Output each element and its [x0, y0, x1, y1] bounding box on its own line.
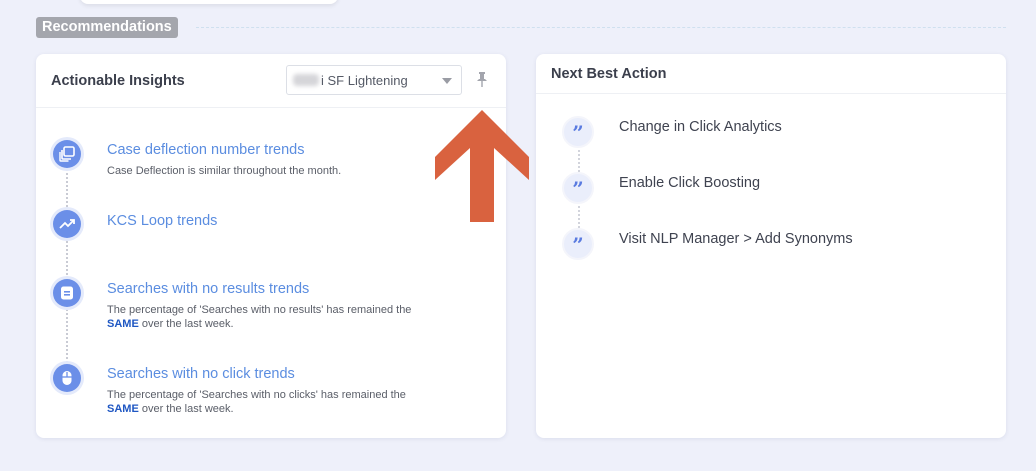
action-label: Visit NLP Manager > Add Synonyms [619, 231, 853, 247]
trend-icon [53, 210, 81, 238]
next-best-action-card: Next Best Action ” Change in Click Analy… [536, 54, 1006, 438]
section-divider [196, 27, 1006, 28]
quote-icon: ” [562, 228, 594, 260]
annotation-arrow [435, 110, 529, 222]
card-divider [36, 107, 506, 108]
action-label: Change in Click Analytics [619, 119, 782, 135]
card-title: Next Best Action [551, 66, 667, 82]
quote-icon: ” [562, 172, 594, 204]
action-item[interactable]: ” Visit NLP Manager > Add Synonyms [536, 228, 1006, 268]
mouse-icon [53, 364, 81, 392]
action-item[interactable]: ” Change in Click Analytics [536, 116, 1006, 156]
top-panel-edge [80, 0, 338, 4]
insight-title-link[interactable]: KCS Loop trends [107, 213, 217, 229]
insight-title-link[interactable]: Searches with no click trends [107, 366, 295, 382]
timeline-connector [66, 154, 68, 374]
action-label: Enable Click Boosting [619, 175, 761, 191]
action-item[interactable]: ” Enable Click Boosting [536, 172, 1006, 212]
section-title: Recommendations [36, 17, 178, 38]
insight-title-link[interactable]: Searches with no results trends [107, 281, 309, 297]
chevron-down-icon [442, 78, 452, 84]
insight-title-link[interactable]: Case deflection number trends [107, 142, 304, 158]
card-title: Actionable Insights [51, 73, 185, 89]
list-icon [53, 279, 81, 307]
pin-icon[interactable] [475, 72, 489, 88]
layers-icon [53, 140, 81, 168]
select-value: i SF Lightening [321, 73, 408, 88]
insight-description: The percentage of 'Searches with no resu… [107, 304, 412, 330]
redacted-text [293, 74, 319, 86]
quote-icon: ” [562, 116, 594, 148]
insight-description: Case Deflection is similar throughout th… [107, 165, 342, 177]
tenant-select[interactable]: i SF Lightening [286, 65, 462, 95]
insight-description: The percentage of 'Searches with no clic… [107, 389, 406, 415]
card-divider [536, 93, 1006, 94]
recommendations-header: Recommendations [36, 17, 1006, 39]
